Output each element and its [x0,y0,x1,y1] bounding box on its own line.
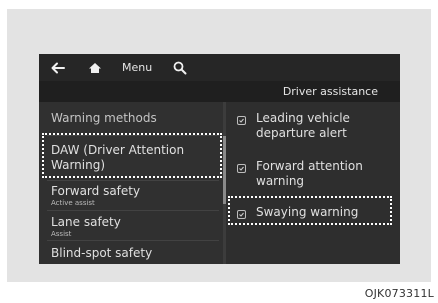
menu-button[interactable]: Menu [122,54,152,81]
infotainment-screen: Menu Driver assistance Warning methods D… [39,54,400,264]
header-bar: Driver assistance [39,81,400,102]
menu-separator [47,210,219,211]
checkbox[interactable] [237,116,246,125]
menu-item-forward-safety[interactable]: Forward safety Active assist [51,184,140,208]
menu-item-lane-safety[interactable]: Lane safety Assist [51,215,121,239]
menu-separator [47,240,219,241]
page-title: Driver assistance [282,85,378,98]
menu-item-label: Blind-spot safety [51,246,153,260]
menu-item-sublabel: Active assist [51,199,95,207]
top-bar: Menu [39,54,400,81]
menu-item-label: Forward safety [51,184,141,198]
menu-item-label: Warning methods [51,111,157,125]
menu-item-sublabel: Assist [51,230,72,238]
option-forward-attention-warning[interactable]: Forward attention warning [237,159,386,189]
option-leading-vehicle-departure-alert[interactable]: Leading vehicle departure alert [237,111,386,141]
menu-separator [47,180,219,181]
search-icon[interactable] [170,54,190,81]
menu-item-label: Lane safety [51,215,121,229]
menu-item-blind-spot-safety[interactable]: Blind-spot safety [51,246,152,261]
menu-item-warning-methods[interactable]: Warning methods [51,111,157,126]
left-menu: Warning methods DAW (Driver Attention Wa… [39,102,223,264]
highlight-swaying-warning [228,196,392,225]
checkbox[interactable] [237,164,246,173]
home-icon[interactable] [86,54,104,81]
option-label: Forward attention warning [256,159,363,188]
option-label: Leading vehicle departure alert [256,111,350,140]
arrow-left-icon[interactable] [49,54,67,81]
options-panel: Leading vehicle departure alert Forward … [226,102,400,264]
image-code: OJK073311L [364,287,434,300]
highlight-daw [42,133,222,178]
